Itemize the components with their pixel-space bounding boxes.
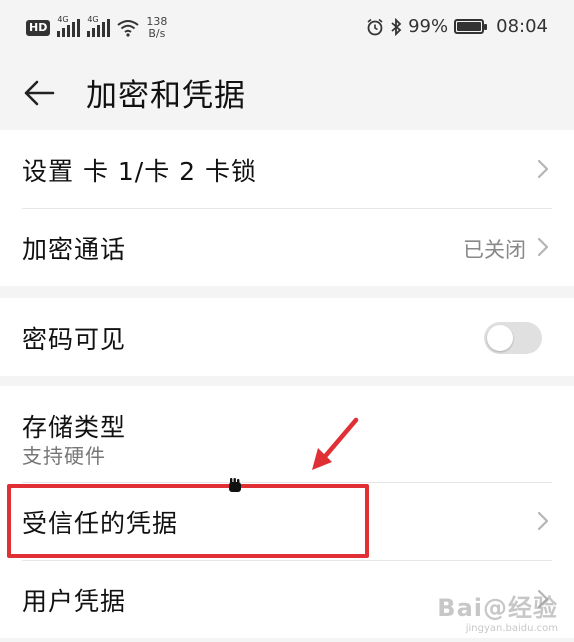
settings-group-sim: 设置 卡 1/卡 2 卡锁 加密通话 已关闭 bbox=[0, 130, 574, 286]
wifi-icon bbox=[117, 20, 139, 37]
chevron-right-icon bbox=[537, 511, 549, 531]
sim1-network-label: 4G bbox=[57, 15, 69, 24]
chevron-right-icon bbox=[537, 159, 549, 179]
user-credentials-row[interactable]: 用户凭据 bbox=[0, 560, 574, 638]
sim2-network-label: 4G bbox=[87, 15, 99, 24]
battery-percent: 99% bbox=[408, 16, 449, 37]
chevron-right-icon bbox=[537, 237, 549, 257]
password-visible-label: 密码可见 bbox=[22, 325, 127, 354]
back-arrow-icon[interactable] bbox=[22, 76, 56, 110]
status-bar: HD 4G 4G 138 B/s 99% 08:04 bbox=[0, 0, 574, 56]
password-visible-toggle[interactable] bbox=[484, 322, 542, 354]
settings-group-password: 密码可见 bbox=[0, 298, 574, 376]
hd-badge: HD bbox=[26, 20, 51, 36]
status-right: 99% 08:04 bbox=[366, 16, 548, 37]
encrypted-call-row[interactable]: 加密通话 已关闭 bbox=[0, 208, 574, 286]
settings-group-credentials: 存储类型 支持硬件 受信任的凭据 用户凭据 bbox=[0, 386, 574, 638]
battery-fill bbox=[457, 22, 482, 31]
signal-icon: 4G bbox=[57, 15, 81, 37]
page-title: 加密和凭据 bbox=[86, 78, 246, 114]
battery-icon bbox=[454, 19, 488, 34]
status-time: 08:04 bbox=[496, 16, 548, 37]
sim-lock-label: 设置 卡 1/卡 2 卡锁 bbox=[22, 157, 258, 186]
alarm-icon bbox=[367, 18, 383, 35]
user-credentials-label: 用户凭据 bbox=[22, 587, 127, 616]
chevron-right-icon bbox=[537, 589, 549, 609]
storage-type-label: 存储类型 bbox=[22, 413, 127, 442]
hand-cursor-icon bbox=[229, 478, 241, 492]
password-visible-row[interactable]: 密码可见 bbox=[0, 298, 574, 376]
status-left: HD 4G 4G 138 B/s bbox=[26, 15, 167, 40]
screen: HD 4G 4G 138 B/s 99% 08:04 加密和凭据 设置 卡 1/… bbox=[0, 0, 574, 642]
signal-icon-sim2: 4G bbox=[87, 15, 111, 37]
storage-type-value: 支持硬件 bbox=[22, 444, 106, 468]
encrypted-call-value: 已关闭 bbox=[463, 238, 526, 262]
encrypted-call-label: 加密通话 bbox=[22, 235, 127, 264]
bluetooth-icon bbox=[391, 17, 402, 36]
sim-lock-row[interactable]: 设置 卡 1/卡 2 卡锁 bbox=[0, 130, 574, 208]
trusted-credentials-label: 受信任的凭据 bbox=[22, 509, 179, 538]
trusted-credentials-row[interactable]: 受信任的凭据 bbox=[0, 482, 574, 560]
storage-type-row: 存储类型 支持硬件 bbox=[0, 386, 574, 482]
net-speed-unit: B/s bbox=[148, 27, 166, 40]
net-speed: 138 B/s bbox=[146, 16, 167, 40]
title-bar: 加密和凭据 bbox=[0, 56, 574, 128]
toggle-knob bbox=[487, 325, 513, 351]
